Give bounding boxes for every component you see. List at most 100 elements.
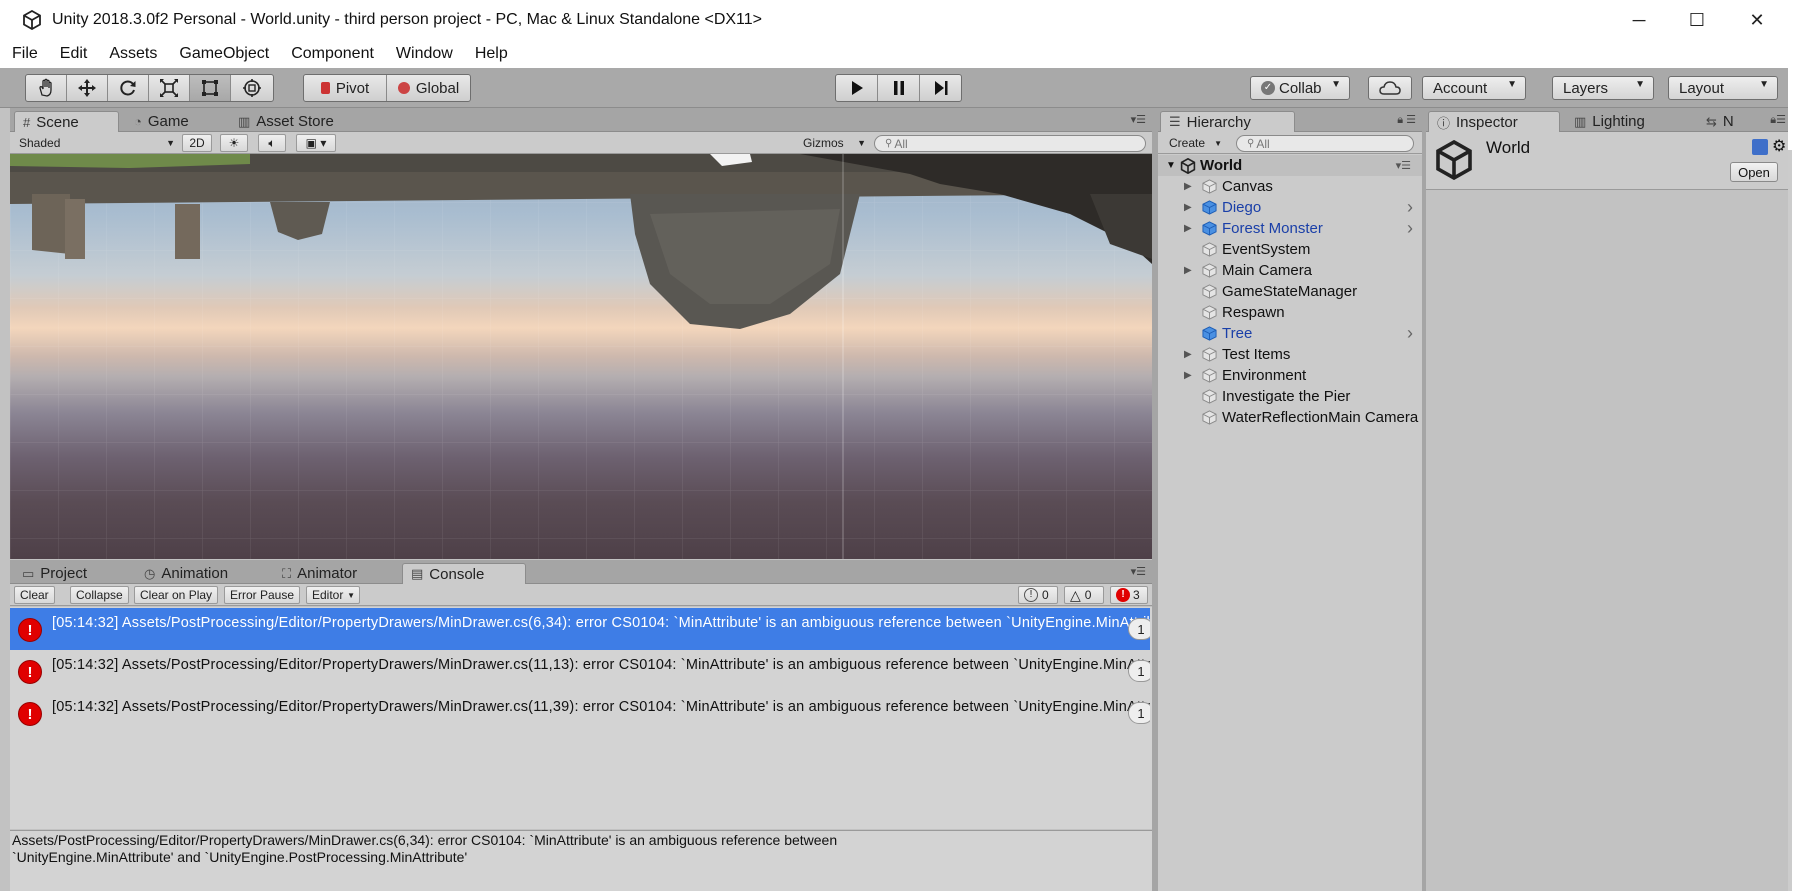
hierarchy-tabstrip: ☰ Hierarchy 🔒︎ ☰ (1158, 108, 1422, 132)
expand-arrow-icon[interactable]: ▶ (1184, 223, 1192, 234)
console-entry[interactable]: ! [05:14:32] Assets/PostProcessing/Edito… (10, 650, 1150, 692)
transform-tool-icon[interactable] (231, 75, 273, 101)
lock-menu-icon[interactable]: 🔒︎☰ (1770, 113, 1786, 127)
clear-on-play-button[interactable]: Clear on Play (134, 586, 219, 604)
cloud-icon (1379, 81, 1401, 95)
scene-root-row[interactable]: ▼ World ▾☰ (1158, 155, 1422, 176)
expand-arrow-icon[interactable]: ▶ (1184, 265, 1192, 276)
layout-dropdown[interactable]: Layout ▼ (1668, 76, 1778, 100)
console-entry[interactable]: ! [05:14:32] Assets/PostProcessing/Edito… (10, 692, 1150, 734)
tab-inspector[interactable]: ⓘ Inspector (1428, 111, 1560, 132)
prefab-open-arrow-icon[interactable]: › (1407, 197, 1413, 218)
hierarchy-item[interactable]: ▶ Forest Monster › (1158, 218, 1422, 239)
rotate-tool-icon[interactable] (108, 75, 149, 101)
collab-dropdown[interactable]: ✓ Collab ▼ (1250, 76, 1350, 100)
effects-toggle-icon[interactable]: ▣ ▾ (296, 134, 336, 152)
global-toggle[interactable]: Global (387, 75, 470, 101)
scale-tool-icon[interactable] (149, 75, 190, 101)
console-detail-pane[interactable]: Assets/PostProcessing/Editor/PropertyDra… (10, 830, 1152, 891)
error-pause-button[interactable]: Error Pause (224, 586, 301, 604)
gameobject-cube-icon (1202, 242, 1217, 257)
step-button[interactable] (920, 75, 961, 101)
layers-dropdown[interactable]: Layers ▼ (1552, 76, 1654, 100)
tab-lighting-label: Lighting (1592, 113, 1645, 130)
hierarchy-item[interactable]: Tree › (1158, 323, 1422, 344)
scene-toolbar: Shaded ▼ 2D ☀ 🔈︎ ▣ ▾ Gizmos ▼ ⚲ All (10, 132, 1152, 154)
audio-toggle-icon[interactable]: 🔈︎ (258, 134, 286, 152)
tab-hierarchy[interactable]: ☰ Hierarchy (1160, 111, 1295, 132)
tab-animation[interactable]: ◷ Animation (136, 563, 266, 584)
prefab-open-arrow-icon[interactable]: › (1407, 323, 1413, 344)
account-dropdown[interactable]: Account ▼ (1422, 76, 1526, 100)
close-button[interactable]: ✕ (1728, 0, 1786, 40)
create-dropdown[interactable]: Create ▼ (1164, 134, 1224, 152)
splitter[interactable] (1422, 108, 1426, 891)
panel-menu-icon[interactable]: ▾☰ (1131, 565, 1146, 578)
2d-toggle[interactable]: 2D (182, 134, 212, 152)
tab-game[interactable]: ◔ Game (126, 111, 221, 132)
gizmos-dropdown[interactable]: Gizmos ▼ (798, 134, 868, 152)
hierarchy-item[interactable]: EventSystem (1158, 239, 1422, 260)
info-filter-toggle[interactable]: ! 0 (1018, 586, 1058, 604)
menu-edit[interactable]: Edit (60, 45, 88, 63)
rect-tool-icon[interactable] (190, 75, 231, 101)
hierarchy-item[interactable]: Investigate the Pier (1158, 386, 1422, 407)
lighting-toggle-icon[interactable]: ☀ (220, 134, 248, 152)
expand-arrow-icon[interactable]: ▶ (1184, 181, 1192, 192)
menu-assets[interactable]: Assets (109, 45, 157, 63)
console-entry[interactable]: ! [05:14:32] Assets/PostProcessing/Edito… (10, 608, 1150, 650)
hierarchy-item[interactable]: ▶ Canvas (1158, 176, 1422, 197)
maximize-button[interactable]: ☐ (1668, 0, 1726, 40)
minimize-button[interactable]: ─ (1610, 0, 1668, 40)
scene-search-input[interactable]: ⚲ All (874, 135, 1146, 152)
clear-button[interactable]: Clear (14, 586, 55, 604)
scene-menu-icon[interactable]: ▾☰ (1396, 159, 1411, 172)
menu-gameobject[interactable]: GameObject (179, 45, 269, 63)
prefab-cube-icon (1202, 200, 1217, 215)
shading-mode-dropdown[interactable]: Shaded ▼ (14, 134, 179, 152)
collapse-button[interactable]: Collapse (70, 586, 129, 604)
splitter[interactable] (1152, 108, 1158, 891)
hierarchy-item[interactable]: ▶ Diego › (1158, 197, 1422, 218)
move-tool-icon[interactable] (67, 75, 108, 101)
scrollbar[interactable] (1788, 150, 1792, 891)
tab-animation-label: Animation (161, 565, 229, 582)
panel-menu-icon[interactable]: ▾☰ (1131, 113, 1146, 126)
hierarchy-item[interactable]: Respawn (1158, 302, 1422, 323)
hierarchy-item[interactable]: ▶ Environment (1158, 365, 1422, 386)
editor-dropdown[interactable]: Editor ▼ (306, 586, 360, 604)
hand-tool-icon[interactable] (26, 75, 67, 101)
tab-asset-store[interactable]: ▥ Asset Store (230, 111, 360, 132)
expand-arrow-icon[interactable]: ▶ (1184, 202, 1192, 213)
hierarchy-search-input[interactable]: ⚲ All (1236, 135, 1414, 152)
pivot-toggle[interactable]: Pivot (304, 75, 387, 101)
menu-window[interactable]: Window (396, 45, 453, 63)
hierarchy-tree: ▼ World ▾☰ ▶ Canvas ▶ Diego › ▶ Forest Monster… (1158, 154, 1422, 891)
gear-icon[interactable]: ⚙ (1772, 136, 1786, 156)
scene-viewport[interactable] (10, 154, 1152, 559)
menu-component[interactable]: Component (291, 45, 374, 63)
tab-scene[interactable]: # Scene (14, 111, 119, 132)
hierarchy-item[interactable]: ▶ Main Camera (1158, 260, 1422, 281)
tab-animator[interactable]: ⛶ Animator (274, 563, 394, 584)
help-book-icon[interactable] (1752, 139, 1768, 155)
expand-arrow-icon[interactable]: ▶ (1184, 349, 1192, 360)
hierarchy-item[interactable]: ▶ Test Items (1158, 344, 1422, 365)
pause-button[interactable] (878, 75, 920, 101)
tab-navigation[interactable]: ⇆ N (1698, 111, 1754, 132)
cloud-button[interactable] (1368, 76, 1412, 100)
prefab-open-arrow-icon[interactable]: › (1407, 218, 1413, 239)
expand-arrow-icon[interactable]: ▶ (1184, 370, 1192, 381)
hierarchy-item[interactable]: GameStateManager (1158, 281, 1422, 302)
play-button[interactable] (836, 75, 878, 101)
open-button[interactable]: Open (1730, 162, 1778, 182)
warning-filter-toggle[interactable]: △ 0 (1064, 586, 1104, 604)
error-filter-toggle[interactable]: ! 3 (1110, 586, 1148, 604)
menu-help[interactable]: Help (475, 45, 508, 63)
menu-file[interactable]: File (12, 45, 38, 63)
hierarchy-item[interactable]: WaterReflectionMain Camera (1158, 407, 1422, 428)
tab-lighting[interactable]: ▥ Lighting (1566, 111, 1676, 132)
lock-menu-icon[interactable]: 🔒︎ ☰ (1397, 113, 1416, 127)
tab-console[interactable]: ▤ Console (402, 563, 526, 584)
tab-project[interactable]: ▭ Project (14, 563, 114, 584)
